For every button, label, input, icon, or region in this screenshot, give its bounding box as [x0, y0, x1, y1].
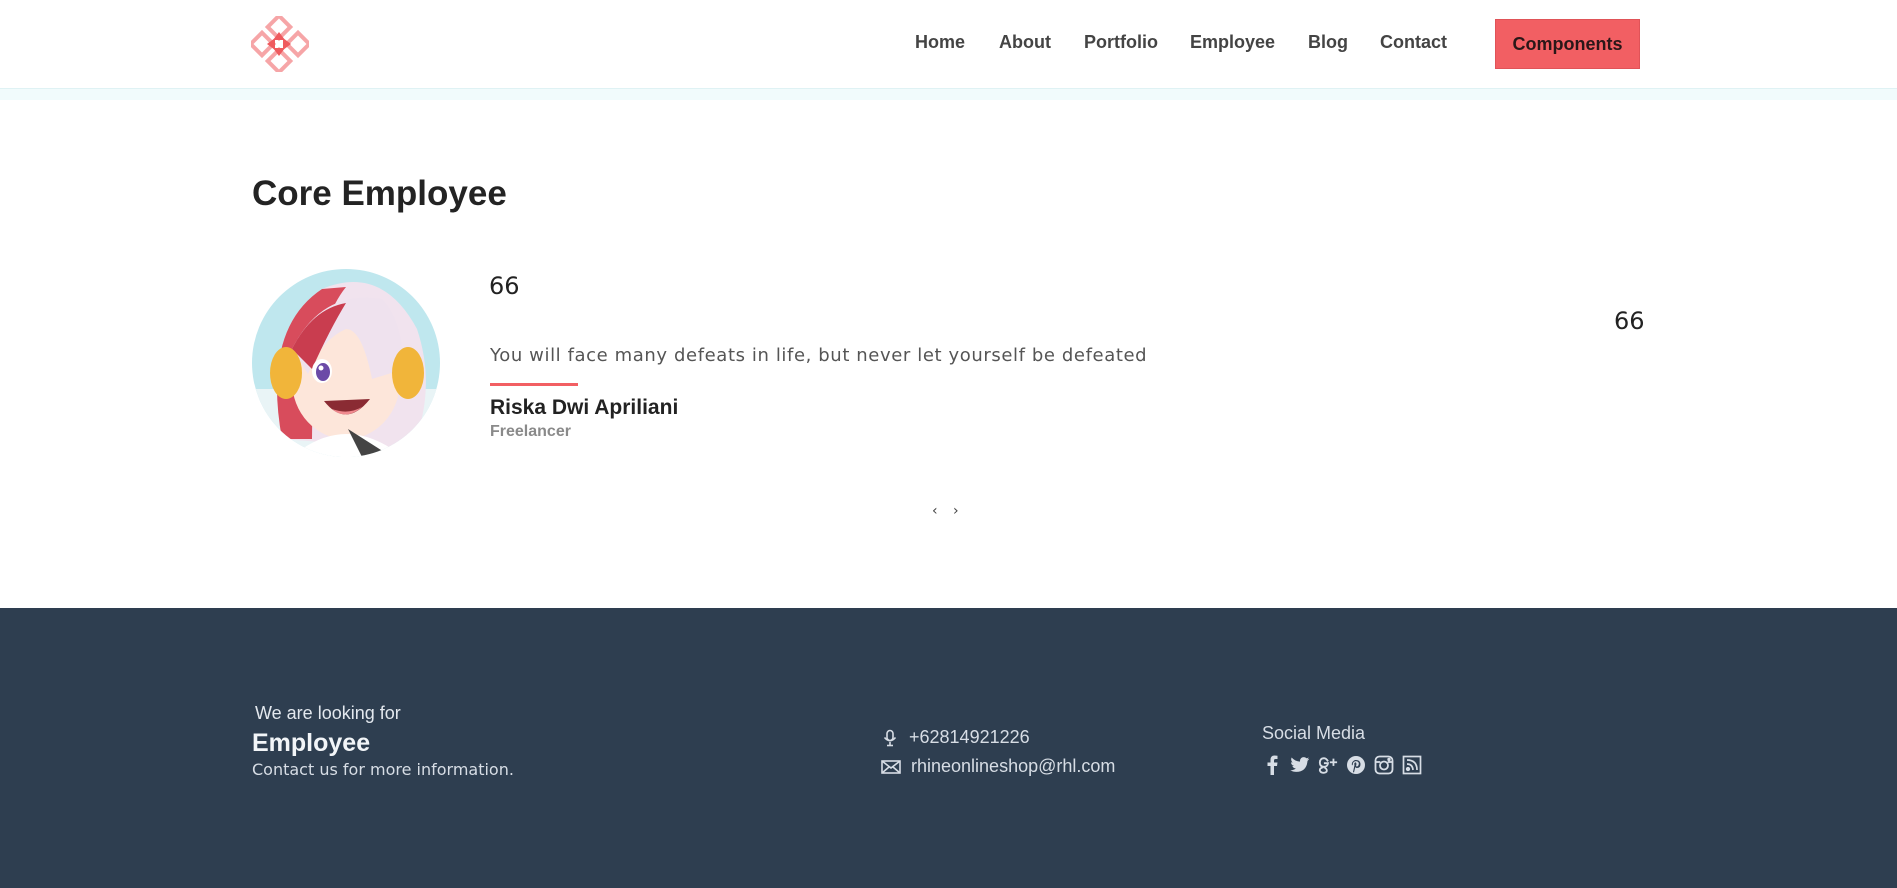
- employee-name: Riska Dwi Apriliani: [490, 396, 679, 419]
- rss-icon[interactable]: [1402, 755, 1422, 775]
- envelope-icon: [881, 759, 901, 775]
- footer-phone-text: +62814921226: [909, 727, 1030, 747]
- logo-icon[interactable]: [251, 16, 309, 72]
- employee-avatar: [252, 269, 440, 457]
- microphone-icon: [881, 729, 899, 747]
- facebook-icon[interactable]: [1262, 755, 1282, 775]
- footer-email-text: rhineonlineshop@rhl.com: [911, 756, 1116, 776]
- quote-close-mark: 66: [1614, 307, 1645, 335]
- page-title: Core Employee: [252, 174, 507, 213]
- nav-employee[interactable]: Employee: [1190, 32, 1275, 53]
- components-button[interactable]: Components: [1495, 19, 1640, 69]
- footer-position: Employee: [252, 729, 371, 757]
- nav-about[interactable]: About: [999, 32, 1051, 53]
- footer-phone[interactable]: +62814921226: [881, 727, 1030, 748]
- footer-cta-text: Contact us for more information.: [252, 760, 514, 779]
- quote-open-mark: 66: [489, 272, 520, 300]
- employee-role: Freelancer: [490, 423, 571, 440]
- pinterest-icon[interactable]: [1346, 755, 1366, 775]
- accent-underline: [490, 383, 578, 386]
- nav-blog[interactable]: Blog: [1308, 32, 1348, 53]
- nav-portfolio[interactable]: Portfolio: [1084, 32, 1158, 53]
- nav-home[interactable]: Home: [915, 32, 965, 53]
- site-header: Home About Portfolio Employee Blog Conta…: [0, 0, 1897, 89]
- nav-contact[interactable]: Contact: [1380, 32, 1447, 53]
- header-divider-band: [0, 89, 1897, 100]
- footer-looking-for: We are looking for: [255, 703, 401, 723]
- twitter-icon[interactable]: [1290, 755, 1310, 775]
- carousel-prev-button[interactable]: ‹: [932, 503, 938, 519]
- instagram-icon[interactable]: [1374, 755, 1394, 775]
- google-plus-icon[interactable]: [1318, 755, 1338, 775]
- footer-email[interactable]: rhineonlineshop@rhl.com: [881, 756, 1115, 777]
- social-links: [1262, 755, 1422, 775]
- carousel-next-button[interactable]: ›: [953, 503, 959, 519]
- testimonial-quote: You will face many defeats in life, but …: [490, 345, 1148, 366]
- social-media-title: Social Media: [1262, 723, 1366, 743]
